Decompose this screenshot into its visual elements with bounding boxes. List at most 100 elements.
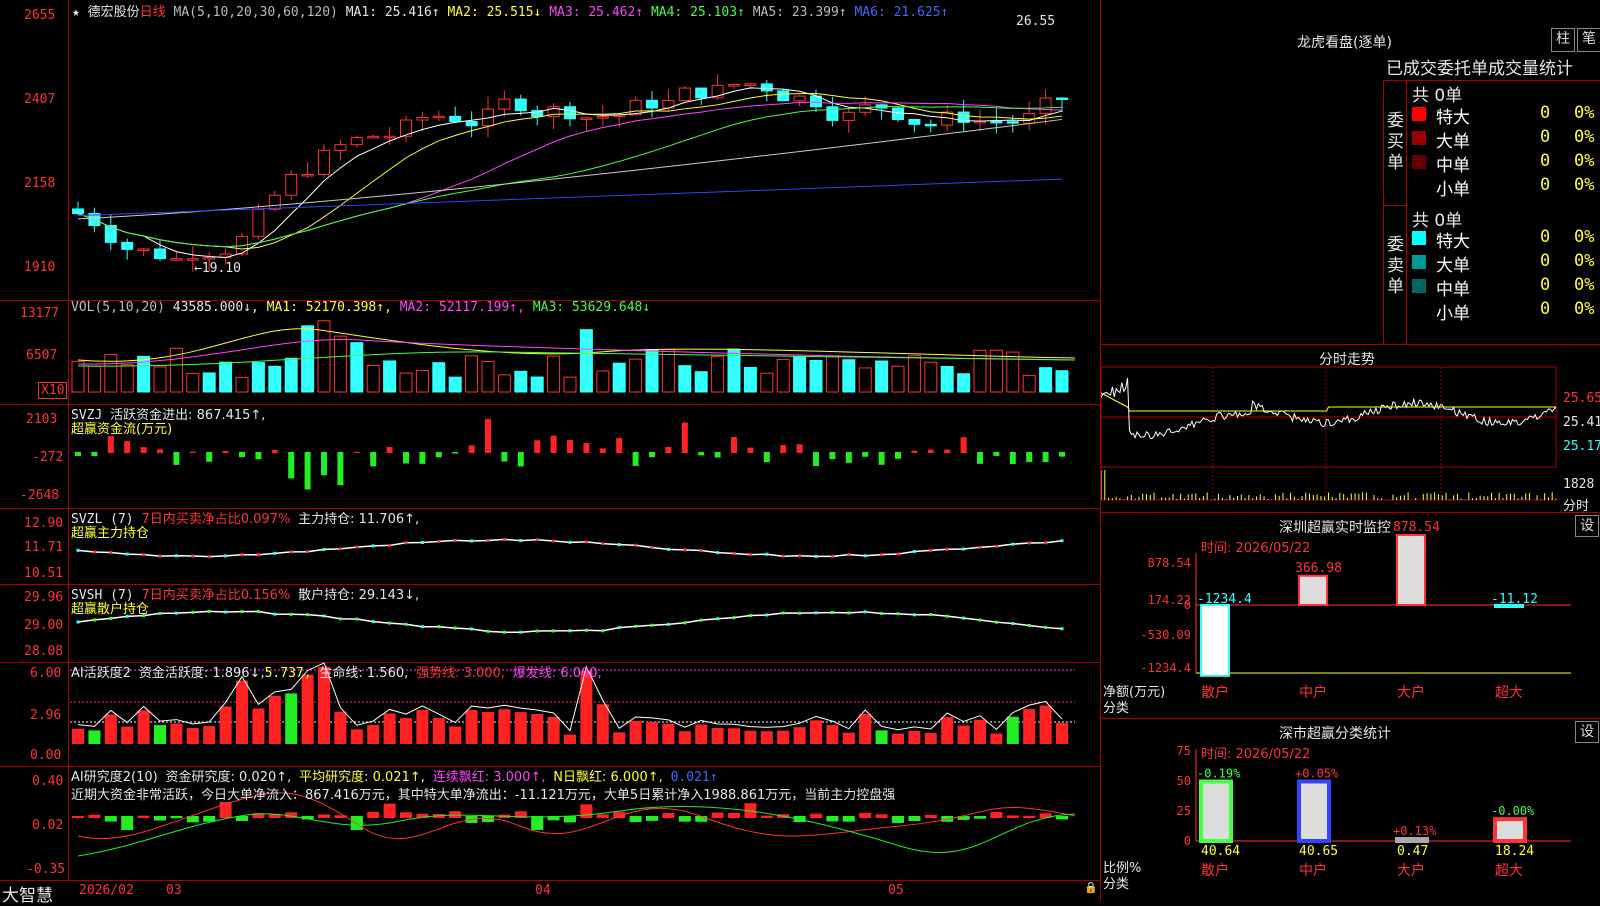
kline-panel[interactable]: 2655 2407 2158 1910 ★ 德宏股份日线 MA(5,10,20,… [0, 0, 1100, 301]
research-bar [760, 815, 773, 818]
flow-bar [321, 452, 327, 476]
holding-dot [650, 546, 654, 550]
ai-research-panel[interactable]: 0.40 0.02 -0.35 AI研究度2(10) 资金研究度: 0.020↑… [0, 766, 1100, 880]
bar-delta: +0.13% [1393, 824, 1437, 838]
buy-swatch [1412, 107, 1426, 121]
holding-dot [273, 612, 277, 616]
ma-definition: MA(5,10,20,30,60,120) [173, 5, 338, 20]
activity-bar [941, 717, 954, 744]
research-bar [810, 813, 822, 818]
holding-dot [535, 538, 539, 542]
volume-bar [842, 359, 856, 393]
volume-bar [530, 376, 544, 393]
candle-body [629, 99, 642, 116]
flow-bar [944, 449, 951, 453]
sell-row: 大单 0 0% [1408, 251, 1600, 276]
svzj-sub: 超赢资金流(万元) [71, 422, 173, 437]
ai-activity-panel[interactable]: 6.00 2.96 0.00 AI活跃度2 资金活跃度: 1.896↓,5.73… [0, 662, 1100, 767]
vol-ma-line [77, 328, 1076, 362]
lock-icon[interactable]: 🔒 [1084, 881, 1098, 894]
sell-pct: 0% [1574, 275, 1595, 295]
candle-body [285, 174, 298, 196]
favorite-star-icon[interactable]: ★ [72, 5, 80, 20]
activity-bar [826, 725, 839, 744]
holding-dot [912, 613, 916, 617]
volume-panel[interactable]: 13177 6507 X10 VOL(5,10,20) 43585.000↓, … [0, 300, 1100, 405]
ratio-bar [1493, 817, 1527, 843]
svzl-panel[interactable]: 12.90 11.71 10.51 SVZL (7) 7日内买卖净占比0.097… [0, 508, 1100, 585]
svzj-panel[interactable]: 2103 -272 -2648 SVZJ 活跃资金进出: 867.415↑, 超… [0, 404, 1100, 509]
candle-body [728, 84, 740, 87]
tick-view-button[interactable]: 笔 [1577, 28, 1600, 52]
activity-bar [646, 721, 658, 744]
holding-dot [830, 554, 834, 558]
holding-dot [404, 622, 408, 626]
sell-pct: 0% [1574, 227, 1595, 247]
activity-bar [285, 693, 298, 744]
ai1-activity: 资金活跃度: 1.896↓, [138, 666, 265, 681]
date-label: 03 [166, 883, 182, 898]
candle-body [498, 98, 511, 110]
flow-bar [977, 452, 983, 464]
holding-dot [502, 537, 506, 541]
holding-dot [224, 554, 228, 558]
research-bar [826, 816, 839, 822]
volume-chart[interactable] [0, 300, 1100, 404]
flow-bar [960, 437, 967, 453]
vol-value: 43585.000↓, [172, 300, 259, 315]
holding-dot [486, 629, 490, 633]
ai1-burstline: 爆发线: 6.000, [512, 666, 602, 681]
column-view-button[interactable]: 柱 [1551, 28, 1575, 52]
svsh-panel[interactable]: 29.96 29.00 28.08 SVSH (7) 7日内买卖净占比0.156… [0, 584, 1100, 663]
longhu-tabs[interactable]: 已成交委托单成交量统计 [1386, 54, 1573, 79]
high-price-label: 26.55 [1016, 14, 1056, 29]
volume-bar [891, 365, 905, 393]
holding-dot [519, 539, 523, 543]
kline-chart[interactable] [0, 0, 1100, 300]
research-bar [580, 804, 593, 818]
candle-body [186, 258, 199, 261]
research-bar [728, 812, 740, 818]
volume-bar [465, 355, 479, 393]
intraday-chart[interactable] [1101, 345, 1600, 513]
activity-bar [531, 714, 544, 744]
candle-body [892, 107, 904, 120]
kline-header: ★ 德宏股份日线 MA(5,10,20,30,60,120) MA1: 25.4… [72, 1, 948, 20]
holding-dot [650, 623, 654, 627]
intraday-panel[interactable]: 分时走势 25.65 25.41 25.17 1828 分时 [1100, 344, 1600, 514]
flow-bar [173, 452, 180, 465]
holding-dot [601, 542, 605, 546]
flow-bar [534, 440, 541, 453]
flow-bar [616, 438, 623, 453]
activity-bar [104, 714, 117, 744]
ai2-name: AI研究度2(10) [71, 770, 158, 785]
activity-bar [383, 713, 396, 744]
svsh-ratio: 7日内买卖净占比0.156% [141, 588, 291, 603]
buy-swatch [1412, 131, 1426, 145]
holding-dot [289, 550, 293, 554]
ytick: 75 [1177, 744, 1191, 758]
buy-row: 特大 0 0% [1408, 103, 1600, 128]
flow-bar [1042, 452, 1049, 463]
ai1-val2: 5.737, [264, 666, 312, 681]
candle-body [1056, 97, 1068, 101]
research-bar [531, 816, 544, 830]
volume-bar [645, 349, 659, 393]
activity-bar [252, 708, 265, 744]
activity-bar [334, 711, 347, 744]
activity-bar [711, 727, 724, 744]
sell-count: 0 [1540, 299, 1551, 319]
ytick: 878.54 [1148, 556, 1191, 570]
volume-bar [940, 365, 954, 393]
holding-dot [781, 554, 785, 558]
flow-bar [419, 452, 426, 464]
period-label[interactable]: 日线 [140, 5, 166, 20]
flow-bar [632, 452, 639, 466]
ai2-research: 资金研究度: 0.020↑, [165, 770, 292, 785]
flow-bar [583, 442, 590, 453]
candle-body [350, 136, 363, 146]
ai2-avg: 平均研究度: 0.021↑, [299, 770, 425, 785]
holding-dot [191, 554, 195, 558]
holding-dot [191, 610, 195, 614]
candle-body [1039, 97, 1052, 115]
